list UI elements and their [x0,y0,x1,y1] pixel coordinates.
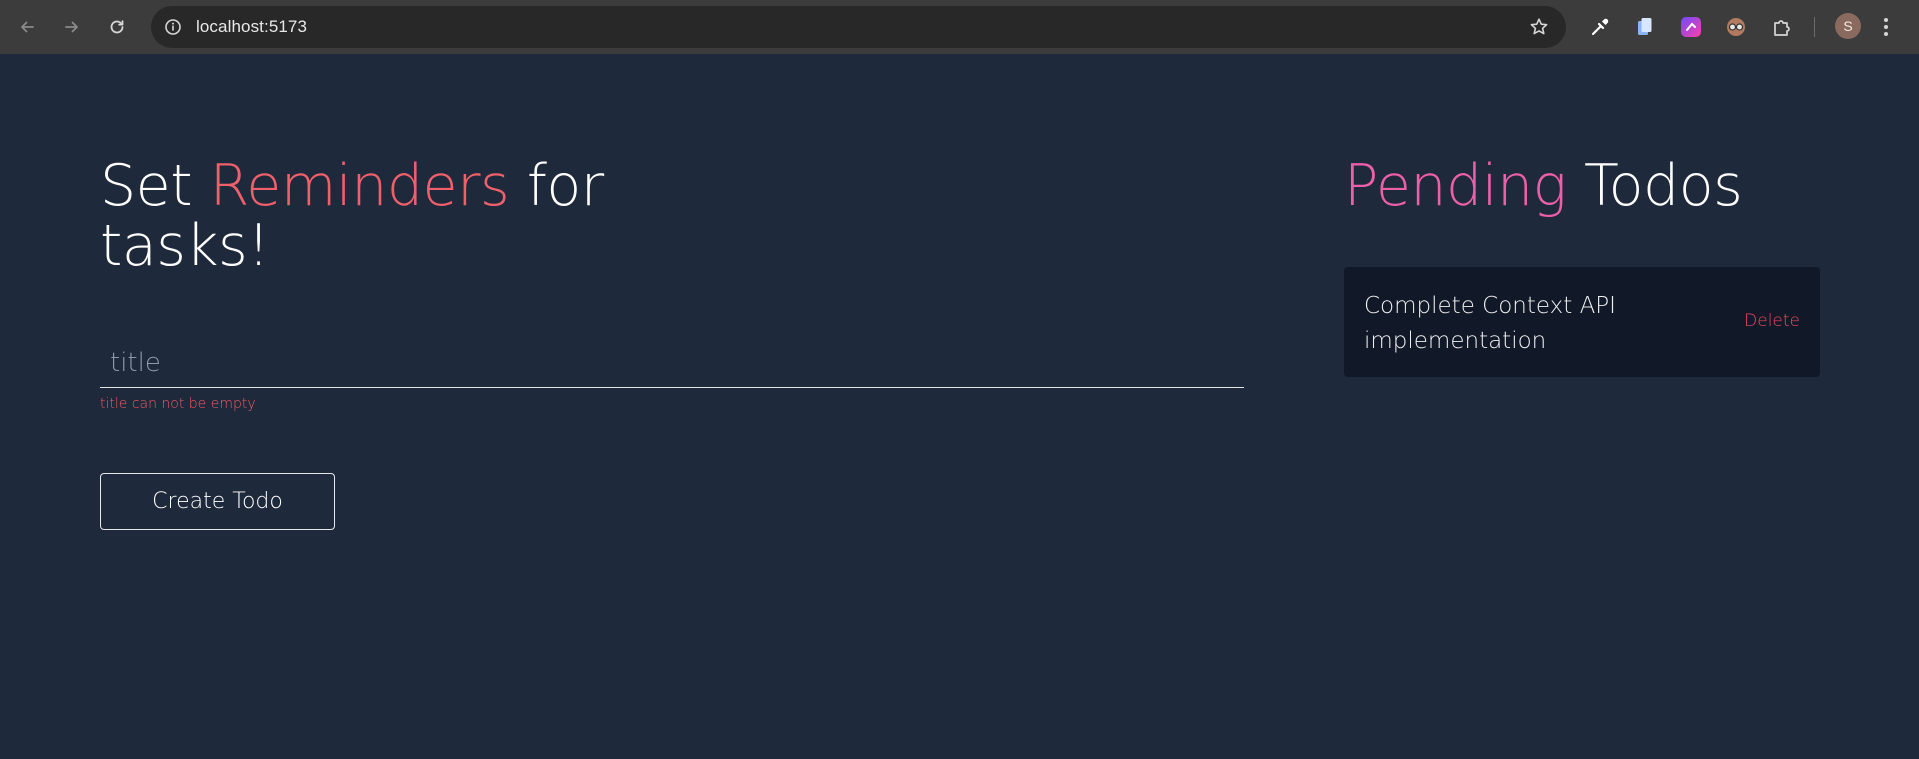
forward-icon [65,21,78,33]
back-icon [21,21,34,33]
site-info-button[interactable] [163,17,183,37]
kebab-menu-icon [1884,18,1888,36]
pending-heading-rest: Todos [1566,153,1743,219]
title-error-message: title can not be empty [100,396,256,412]
browser-menu-button[interactable] [1880,15,1892,39]
glasses-extension[interactable] [1723,14,1749,40]
delete-todo-button[interactable]: Delete [1744,311,1800,331]
gradient-extension-icon [1681,17,1701,37]
back-button[interactable] [12,12,42,42]
toolbar-separator [1814,17,1815,37]
reload-icon [110,20,124,34]
glasses-extension-icon [1727,18,1745,36]
eyedropper-icon [1591,18,1609,36]
address-bar[interactable]: localhost:5173 [151,6,1566,48]
pending-todos-heading: Pending Todos [1344,156,1844,216]
title-input[interactable] [100,338,1244,388]
browser-toolbar: localhost:5173 S [0,0,1919,54]
reload-button[interactable] [102,12,132,42]
clipboard-extension[interactable] [1632,14,1658,40]
create-todo-button[interactable]: Create Todo [100,473,335,530]
info-icon [165,19,181,35]
profile-avatar[interactable]: S [1835,13,1861,39]
heading-text-1: Set [100,153,210,219]
form-heading: Set Reminders for tasks! [100,156,660,276]
bookmark-button[interactable] [1528,16,1550,38]
extensions-button[interactable] [1769,14,1795,40]
url-text[interactable]: localhost:5173 [196,17,307,37]
puzzle-extension-icon [1774,20,1790,36]
clipboard-extension-icon [1638,18,1652,35]
todo-item: Complete Context API implementation Dele… [1344,267,1820,377]
star-icon [1530,18,1548,35]
forward-button[interactable] [57,12,87,42]
pending-highlight: Pending [1344,153,1567,219]
eyedropper-extension[interactable] [1587,14,1613,40]
gradient-extension[interactable] [1678,14,1704,40]
todo-title: Complete Context API implementation [1364,293,1616,354]
heading-highlight: Reminders [209,153,510,219]
